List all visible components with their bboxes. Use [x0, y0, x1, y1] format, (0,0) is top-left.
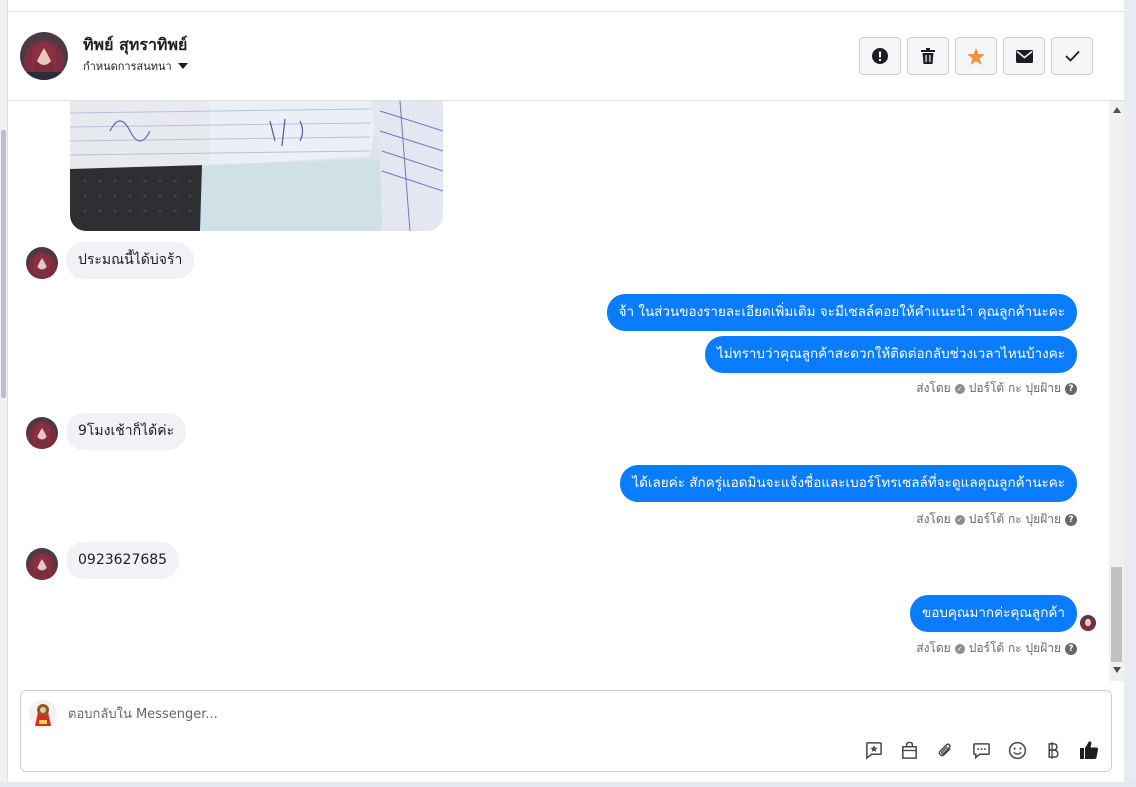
sent-by-info: ส่งโดย ✓ ปอร์โต้ กะ ปุยฝ้าย ? — [916, 639, 1077, 658]
assign-conversation-dropdown[interactable]: กำหนดการสนทนา — [83, 57, 188, 75]
right-edge — [1124, 0, 1136, 787]
thumbs-up-icon[interactable] — [1077, 739, 1101, 761]
left-scrollbar[interactable] — [0, 0, 8, 787]
contact-avatar-small — [26, 247, 58, 279]
shared-photo[interactable] — [70, 101, 443, 231]
star-button[interactable] — [955, 37, 997, 75]
outgoing-message[interactable]: ไม่ทราบว่าคุณลูกค้าสะดวกให้ติดต่อกลับช่ว… — [704, 336, 1077, 373]
shopping-bag-icon[interactable] — [897, 739, 921, 761]
star-icon — [967, 47, 985, 65]
mark-unread-button[interactable] — [1003, 37, 1045, 75]
help-icon[interactable]: ? — [1065, 642, 1077, 655]
outgoing-message[interactable]: ได้เลยค่ะ สักครู่แอดมินจะแจ้งชื่อและเบอร… — [620, 465, 1077, 502]
conversation-header: ทิพย์ สุทราทิพย์ กำหนดการสนทนา — [8, 12, 1124, 101]
envelope-icon — [1015, 49, 1033, 63]
incoming-message[interactable]: 9โมงเช้าก็ได้ค่ะ — [66, 413, 187, 450]
sent-by-info: ส่งโดย ✓ ปอร์โต้ กะ ปุยฝ้าย ? — [916, 379, 1077, 398]
assign-label: กำหนดการสนทนา — [83, 60, 172, 73]
report-button[interactable] — [859, 37, 901, 75]
page-avatar — [29, 700, 57, 728]
contact-avatar-small — [26, 417, 58, 449]
baht-icon[interactable] — [1041, 739, 1065, 761]
sent-check-icon: ✓ — [954, 383, 965, 394]
sent-by-prefix: ส่งโดย — [916, 381, 951, 395]
saved-reply-icon[interactable] — [861, 739, 885, 761]
contact-name: ทิพย์ สุทราทิพย์ — [83, 35, 188, 54]
message-thread[interactable]: ประมณนี้ได้บ่จร้า จ้า ในส่วนของรายละเอีย… — [8, 101, 1124, 681]
incoming-message[interactable]: 0923627685 — [66, 542, 180, 579]
sent-by-prefix: ส่งโดย — [916, 512, 951, 526]
chevron-down-icon — [177, 63, 188, 69]
top-bar — [8, 0, 1124, 12]
help-icon[interactable]: ? — [1065, 382, 1077, 395]
paperclip-icon[interactable] — [933, 739, 957, 761]
sent-by-prefix: ส่งโดย — [916, 641, 951, 655]
thread-scrollbar[interactable] — [1109, 101, 1124, 681]
exclamation-icon — [872, 48, 888, 64]
left-scrollbar-thumb[interactable] — [1, 130, 6, 398]
sent-check-icon: ✓ — [954, 514, 965, 525]
contact-avatar[interactable] — [20, 32, 68, 80]
delete-button[interactable] — [907, 37, 949, 75]
incoming-message[interactable]: ประมณนี้ได้บ่จร้า — [66, 242, 195, 279]
help-icon[interactable]: ? — [1065, 513, 1077, 526]
trash-icon — [921, 48, 935, 64]
thread-scrollbar-thumb[interactable] — [1111, 567, 1122, 662]
outgoing-message[interactable]: จ้า ในส่วนของรายละเอียดเพิ่มเติม จะมีเซล… — [606, 294, 1077, 331]
reply-input[interactable] — [68, 704, 968, 724]
sent-by-agent: ปอร์โต้ กะ ปุยฝ้าย — [968, 641, 1061, 655]
contact-avatar-small — [26, 548, 58, 580]
sent-by-agent: ปอร์โต้ กะ ปุยฝ้าย — [968, 512, 1061, 526]
sent-check-icon: ✓ — [954, 643, 965, 654]
scroll-up-arrow-icon[interactable] — [1113, 107, 1121, 113]
seen-indicator-avatar — [1080, 615, 1096, 631]
checkmark-icon — [1064, 50, 1080, 62]
mark-done-button[interactable] — [1051, 37, 1093, 75]
chat-bubble-icon[interactable] — [969, 739, 993, 761]
messenger-inbox-page: ทิพย์ สุทราทิพย์ กำหนดการสนทนา ประมณนี้ไ… — [0, 0, 1136, 787]
reply-composer — [20, 690, 1112, 772]
outgoing-message[interactable]: ขอบคุณมากค่ะคุณลูกค้า — [909, 595, 1077, 632]
bottom-edge — [0, 782, 1136, 787]
emoji-icon[interactable] — [1005, 739, 1029, 761]
sent-by-agent: ปอร์โต้ กะ ปุยฝ้าย — [968, 381, 1061, 395]
sent-by-info: ส่งโดย ✓ ปอร์โต้ กะ ปุยฝ้าย ? — [916, 510, 1077, 529]
scroll-down-arrow-icon[interactable] — [1113, 667, 1121, 673]
